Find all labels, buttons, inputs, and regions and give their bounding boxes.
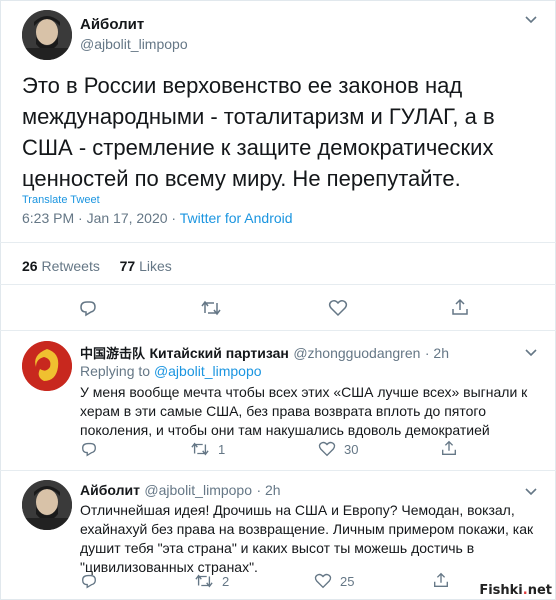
divider	[0, 284, 556, 285]
retweet-icon[interactable]	[194, 572, 214, 590]
retweet-count: 1	[218, 441, 226, 457]
watermark-left: Fishki	[479, 583, 523, 598]
tweet-text: Это в России верховенство ее законов над…	[22, 73, 495, 191]
like-count: 30	[344, 441, 359, 457]
like-count: 25	[340, 573, 355, 589]
share-action[interactable]	[440, 439, 458, 457]
reply-header: Айболит @ajbolit_limpopo · 2h	[80, 482, 281, 500]
divider	[0, 330, 556, 331]
chevron-down-icon[interactable]	[524, 14, 538, 24]
divider	[0, 242, 556, 243]
reply-icon[interactable]	[78, 298, 98, 318]
likes-count[interactable]: 77	[120, 258, 136, 274]
chevron-down-icon[interactable]	[524, 347, 538, 357]
author-handle[interactable]: @ajbolit_limpopo	[144, 482, 252, 498]
tweet-timestamp: 6:23 PM · Jan 17, 2020 · Twitter for And…	[22, 210, 293, 226]
reply-action[interactable]	[80, 440, 98, 458]
share-icon[interactable]	[450, 297, 470, 317]
retweet-icon[interactable]	[190, 440, 210, 458]
like-icon[interactable]	[328, 298, 348, 318]
retweet-count: 2	[222, 573, 230, 589]
replying-to-label: Replying to	[80, 363, 154, 379]
author-handle[interactable]: @zhongguodangren	[293, 345, 420, 361]
reply-time[interactable]: · 2h	[256, 482, 280, 498]
retweet-icon[interactable]	[200, 298, 222, 318]
replying-to-handle[interactable]: @ajbolit_limpopo	[154, 363, 262, 379]
likes-label[interactable]: Likes	[139, 258, 172, 274]
reply-text: Отличнейшая идея! Дрочишь на США и Европ…	[80, 502, 534, 575]
avatar[interactable]	[22, 10, 72, 60]
divider	[0, 470, 556, 471]
avatar[interactable]	[22, 480, 72, 530]
like-action[interactable]: 30	[318, 440, 358, 458]
tweet-time[interactable]: 6:23 PM · Jan 17, 2020 ·	[22, 210, 180, 226]
translate-tweet-link[interactable]: Translate Tweet	[22, 194, 100, 206]
reply-time[interactable]: · 2h	[425, 345, 449, 361]
watermark: Fishki.net	[479, 583, 552, 598]
tweet-source[interactable]: Twitter for Android	[180, 210, 293, 226]
retweets-label[interactable]: Retweets	[41, 258, 99, 274]
chevron-down-icon[interactable]	[524, 486, 538, 496]
reply-header: 中国游击队 Китайский партизан @zhongguodangre…	[80, 343, 449, 363]
reply-action[interactable]	[80, 572, 98, 590]
avatar[interactable]	[22, 341, 72, 391]
tweet-stats: 26 Retweets 77 Likes	[22, 258, 172, 274]
author-name-cn[interactable]: 中国游击队	[80, 347, 145, 362]
like-icon[interactable]	[318, 440, 336, 458]
retweet-action[interactable]: 2	[194, 572, 229, 590]
share-icon[interactable]	[432, 571, 450, 589]
share-icon[interactable]	[440, 439, 458, 457]
watermark-right: net	[527, 583, 552, 598]
share-action[interactable]	[432, 571, 450, 589]
retweet-action[interactable]: 1	[190, 440, 225, 458]
author-name[interactable]: Китайский партизан	[149, 345, 288, 361]
reply-text: У меня вообще мечта чтобы всех этих «США…	[80, 384, 528, 438]
author-name[interactable]: Айболит	[80, 482, 140, 498]
like-icon[interactable]	[314, 572, 332, 590]
replying-to: Replying to @ajbolit_limpopo	[80, 363, 262, 379]
author-handle[interactable]: @ajbolit_limpopo	[80, 36, 188, 52]
retweets-count[interactable]: 26	[22, 258, 38, 274]
like-action[interactable]: 25	[314, 572, 354, 590]
reply-icon[interactable]	[80, 572, 98, 590]
author-name[interactable]: Айболит	[80, 16, 144, 33]
reply-icon[interactable]	[80, 440, 98, 458]
